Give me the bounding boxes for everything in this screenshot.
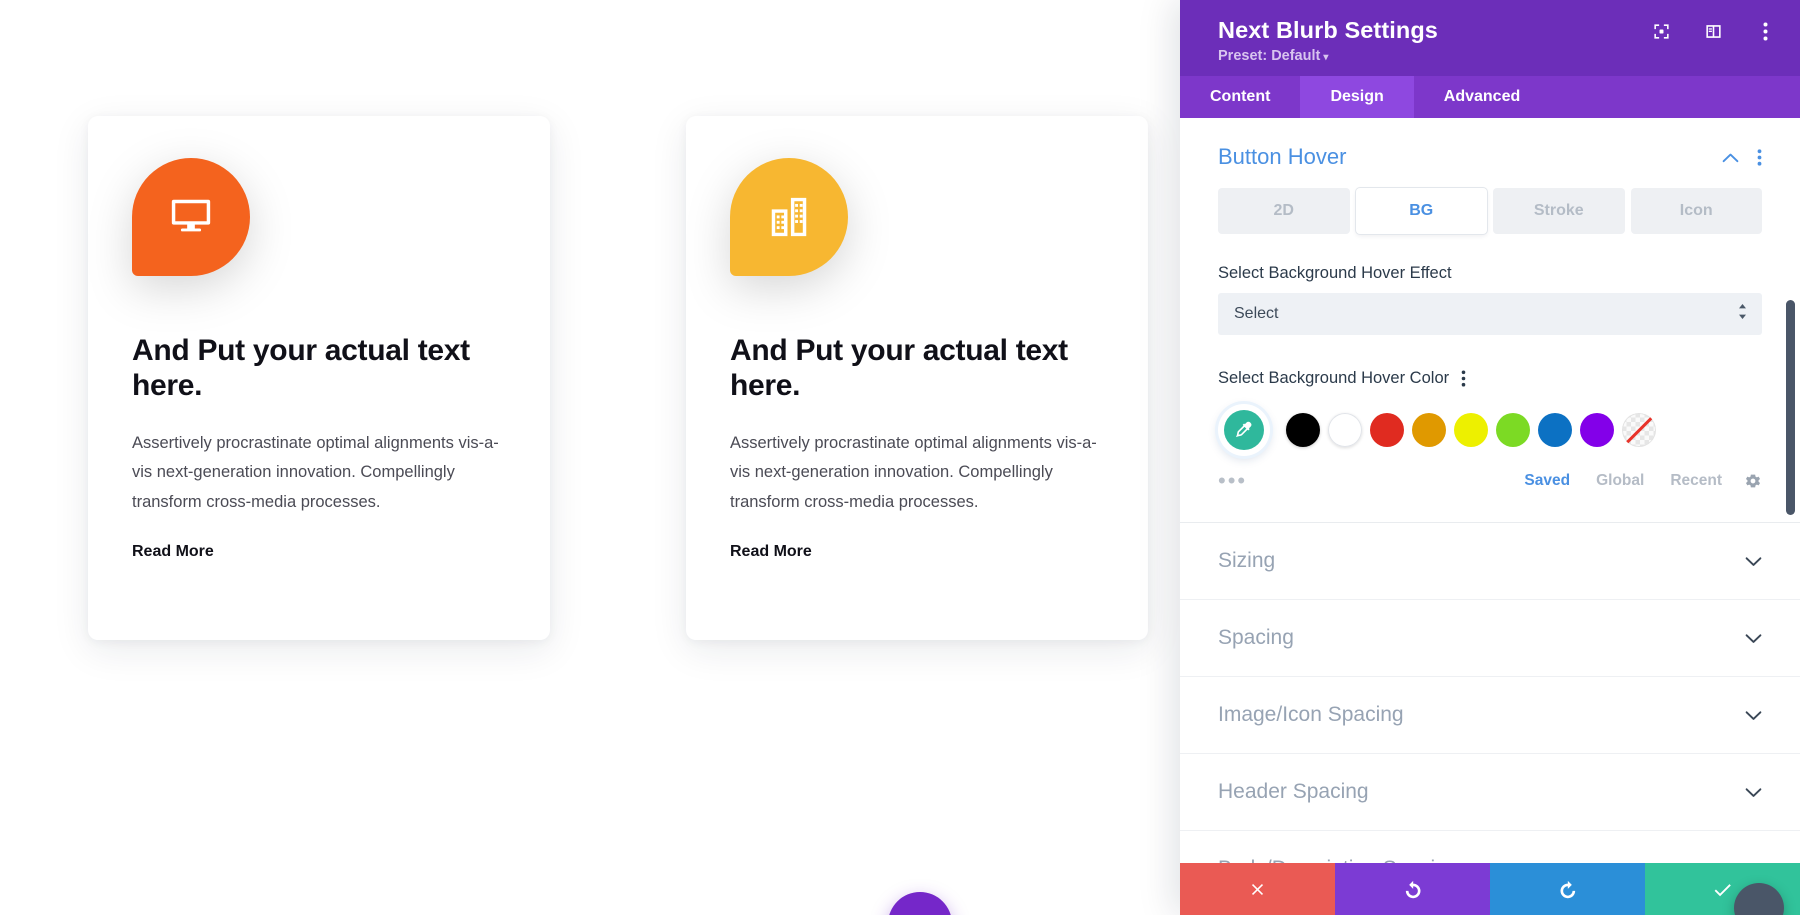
- blurb-title: And Put your actual text here.: [730, 334, 1068, 402]
- redo-arrow-icon: [1558, 879, 1578, 899]
- swatch-black[interactable]: [1286, 413, 1320, 448]
- eyedropper-button[interactable]: [1218, 404, 1270, 457]
- section-label: Header Spacing: [1218, 780, 1369, 804]
- panel-scrollbar-thumb[interactable]: [1786, 300, 1795, 516]
- modal-tab-bar: Content Design Advanced: [1180, 76, 1800, 119]
- swatch-orange[interactable]: [1412, 413, 1446, 448]
- swatch-transparent[interactable]: [1622, 413, 1656, 448]
- section-body-description-spacing[interactable]: Body/Description Spacing: [1180, 831, 1800, 863]
- segment-stroke[interactable]: Stroke: [1493, 188, 1625, 235]
- swatch-purple[interactable]: [1580, 413, 1614, 448]
- blurb-card[interactable]: And Put your actual text here. Assertive…: [686, 116, 1148, 640]
- segment-bg[interactable]: BG: [1355, 188, 1487, 235]
- screen-root: And Put your actual text here. Assertive…: [0, 0, 1800, 915]
- swatch-yellow[interactable]: [1454, 413, 1488, 448]
- swatch-white[interactable]: [1328, 413, 1362, 448]
- more-colors-button[interactable]: •••: [1218, 470, 1247, 492]
- undo-arrow-icon: [1403, 879, 1423, 899]
- blurb-title: And Put your actual text here.: [132, 334, 470, 402]
- preset-selector[interactable]: Preset: Default ▾: [1218, 48, 1774, 64]
- desktop-monitor-icon: [132, 158, 250, 276]
- more-vertical-icon[interactable]: [1754, 20, 1776, 42]
- chevron-down-icon: [1745, 556, 1762, 567]
- palette-tab-global[interactable]: Global: [1596, 472, 1644, 490]
- segment-2d[interactable]: 2D: [1218, 188, 1350, 235]
- modal-header-actions: [1650, 20, 1776, 42]
- office-buildings-icon: [730, 158, 848, 276]
- chevron-up-icon[interactable]: [1722, 152, 1739, 163]
- eyedropper-icon: [1224, 410, 1264, 451]
- section-header-spacing[interactable]: Header Spacing: [1180, 754, 1800, 832]
- chevron-down-icon: [1745, 787, 1762, 798]
- close-x-icon: [1248, 880, 1267, 899]
- select-value: Select: [1234, 305, 1279, 323]
- checkmark-icon: [1712, 879, 1733, 900]
- background-hover-effect-label: Select Background Hover Effect: [1180, 256, 1800, 293]
- background-hover-effect-select-wrap: Select: [1218, 293, 1762, 336]
- tab-design[interactable]: Design: [1300, 76, 1414, 119]
- read-more-link[interactable]: Read More: [132, 543, 214, 561]
- section-label: Spacing: [1218, 626, 1294, 650]
- cancel-button[interactable]: [1180, 863, 1335, 915]
- section-title: Button Hover: [1218, 144, 1347, 170]
- segment-icon[interactable]: Icon: [1630, 188, 1762, 235]
- color-swatch-row: [1180, 398, 1800, 457]
- layout-panel-icon[interactable]: [1702, 20, 1724, 42]
- palette-source-row: ••• Saved Global Recent: [1180, 456, 1800, 492]
- undo-button[interactable]: [1335, 863, 1490, 915]
- read-more-link[interactable]: Read More: [730, 543, 812, 561]
- section-button-hover-header[interactable]: Button Hover: [1180, 118, 1800, 188]
- modal-header: Next Blurb Settings Preset: Default ▾: [1180, 0, 1800, 77]
- section-sizing[interactable]: Sizing: [1180, 523, 1800, 601]
- chevron-down-icon: [1745, 633, 1762, 644]
- swatch-green[interactable]: [1496, 413, 1530, 448]
- gear-icon[interactable]: [1744, 472, 1762, 490]
- swatch-red[interactable]: [1370, 413, 1404, 448]
- section-label: Image/Icon Spacing: [1218, 703, 1404, 727]
- tab-content[interactable]: Content: [1180, 76, 1300, 118]
- field-label-text: Select Background Hover Effect: [1218, 264, 1452, 283]
- module-settings-modal: Next Blurb Settings Preset: Default ▾ Co…: [1180, 0, 1800, 915]
- blurb-body: Assertively procrastinate optimal alignm…: [132, 434, 499, 511]
- preset-label: Preset: Default: [1218, 48, 1321, 65]
- blurb-card[interactable]: And Put your actual text here. Assertive…: [88, 116, 550, 640]
- chevron-down-icon: [1745, 710, 1762, 721]
- modal-scroll-area: Button Hover 2D BG Stroke Icon Select Ba…: [1180, 118, 1800, 863]
- section-label: Body/Description Spacing: [1218, 857, 1745, 863]
- tab-advanced[interactable]: Advanced: [1414, 76, 1550, 118]
- background-hover-effect-select[interactable]: Select: [1218, 293, 1762, 336]
- field-label-text: Select Background Hover Color: [1218, 369, 1450, 388]
- redo-button[interactable]: [1490, 863, 1645, 915]
- palette-tab-saved[interactable]: Saved: [1524, 472, 1570, 490]
- hover-type-segmented-control: 2D BG Stroke Icon: [1180, 188, 1800, 256]
- palette-tab-recent[interactable]: Recent: [1670, 472, 1722, 490]
- background-hover-color-label: Select Background Hover Color: [1180, 361, 1800, 398]
- blurb-body: Assertively procrastinate optimal alignm…: [730, 434, 1097, 511]
- more-vertical-icon[interactable]: [1461, 370, 1466, 387]
- more-vertical-icon[interactable]: [1757, 149, 1762, 166]
- floating-action-bubble[interactable]: [888, 892, 952, 915]
- section-image-icon-spacing[interactable]: Image/Icon Spacing: [1180, 677, 1800, 755]
- section-label: Sizing: [1218, 549, 1276, 573]
- section-spacing[interactable]: Spacing: [1180, 600, 1800, 678]
- swatch-blue[interactable]: [1538, 413, 1572, 448]
- modal-footer-actions: [1180, 863, 1800, 915]
- chevron-down-icon: ▾: [1323, 52, 1329, 64]
- focus-target-icon[interactable]: [1650, 20, 1672, 42]
